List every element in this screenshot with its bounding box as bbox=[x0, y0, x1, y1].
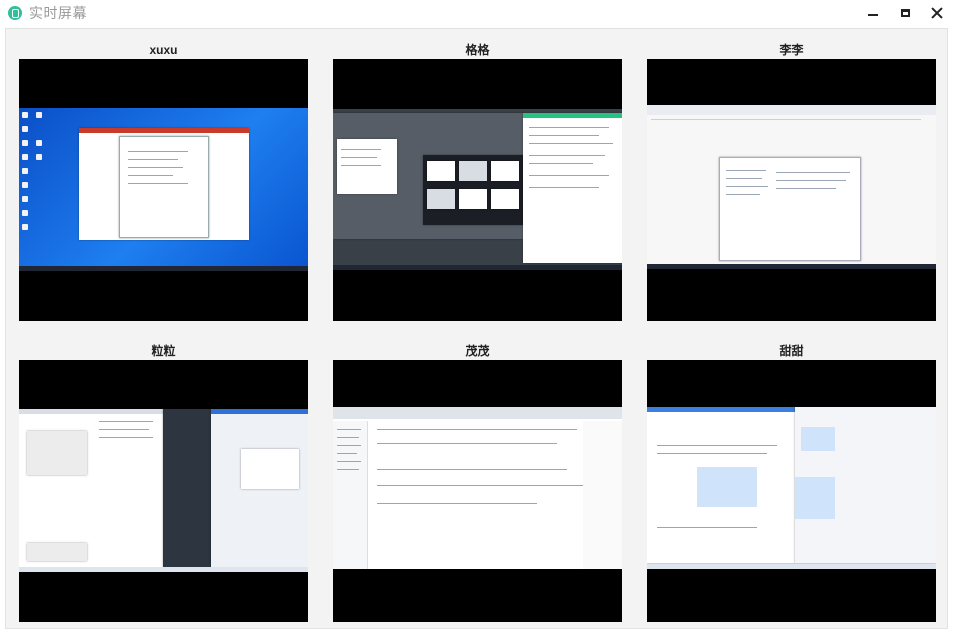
file-explorer-window bbox=[337, 139, 397, 194]
screen-tile[interactable]: 甜甜 bbox=[647, 342, 936, 622]
tile-username: 茂茂 bbox=[465, 344, 490, 358]
browser-window bbox=[19, 409, 163, 567]
document-window bbox=[647, 407, 795, 563]
editor-window bbox=[795, 407, 936, 563]
dialog-window bbox=[119, 136, 209, 238]
screen-tile[interactable]: xuxu bbox=[19, 41, 308, 321]
desktop-icon bbox=[22, 154, 28, 160]
screen-capture bbox=[647, 105, 936, 269]
screen-grid: xuxu 格格 李李 粒粒 茂茂 甜甜 bbox=[5, 28, 948, 629]
outline-panel bbox=[583, 421, 622, 569]
desktop-icon bbox=[22, 196, 28, 202]
desktop-icon bbox=[22, 168, 28, 174]
chat-window bbox=[523, 113, 622, 263]
taskbar bbox=[19, 567, 308, 572]
screen-capture bbox=[647, 407, 936, 569]
live-screen-view[interactable] bbox=[647, 59, 936, 321]
desktop-icon bbox=[22, 112, 28, 118]
desktop-icon bbox=[36, 140, 42, 146]
minimize-button[interactable] bbox=[857, 0, 889, 26]
tile-username: xuxu bbox=[149, 43, 178, 57]
maximize-icon bbox=[900, 9, 910, 17]
desktop-icon bbox=[22, 140, 28, 146]
desktop-icon bbox=[36, 154, 42, 160]
dialog-window bbox=[719, 157, 861, 261]
editor-window bbox=[163, 409, 211, 567]
taskbar bbox=[647, 564, 936, 569]
close-button[interactable] bbox=[921, 0, 953, 26]
taskbar bbox=[333, 265, 622, 270]
task-switcher bbox=[423, 155, 523, 225]
window-title: 实时屏幕 bbox=[29, 5, 87, 21]
close-icon bbox=[931, 7, 943, 19]
minimize-icon bbox=[868, 14, 878, 16]
tile-username: 李李 bbox=[779, 43, 804, 57]
desktop-icon bbox=[22, 182, 28, 188]
live-screen-view[interactable] bbox=[333, 59, 622, 321]
tile-username: 粒粒 bbox=[151, 344, 176, 358]
screen-capture bbox=[19, 108, 308, 271]
screen-capture bbox=[333, 407, 622, 569]
live-screen-view[interactable] bbox=[647, 360, 936, 622]
app-logo-icon bbox=[8, 6, 22, 20]
desktop-icon bbox=[22, 126, 28, 132]
desktop-icon bbox=[22, 210, 28, 216]
screen-tile[interactable]: 格格 bbox=[333, 41, 622, 321]
desktop-icon bbox=[22, 224, 28, 230]
title-bar: 实时屏幕 bbox=[0, 0, 953, 26]
screen-capture bbox=[333, 109, 622, 270]
tile-username: 甜甜 bbox=[779, 344, 804, 358]
screen-tile[interactable]: 茂茂 bbox=[333, 342, 622, 622]
chat-window bbox=[211, 409, 308, 567]
tile-username: 格格 bbox=[465, 43, 490, 57]
taskbar bbox=[647, 264, 936, 269]
taskbar bbox=[19, 266, 308, 271]
sidebar bbox=[333, 421, 368, 569]
desktop-icon bbox=[36, 112, 42, 118]
maximize-button[interactable] bbox=[889, 0, 921, 26]
screen-tile[interactable]: 李李 bbox=[647, 41, 936, 321]
screen-capture bbox=[19, 409, 308, 572]
live-screen-view[interactable] bbox=[333, 360, 622, 622]
live-screen-view[interactable] bbox=[19, 360, 308, 622]
screen-tile[interactable]: 粒粒 bbox=[19, 342, 308, 622]
window-controls bbox=[857, 0, 953, 26]
live-screen-view[interactable] bbox=[19, 59, 308, 321]
